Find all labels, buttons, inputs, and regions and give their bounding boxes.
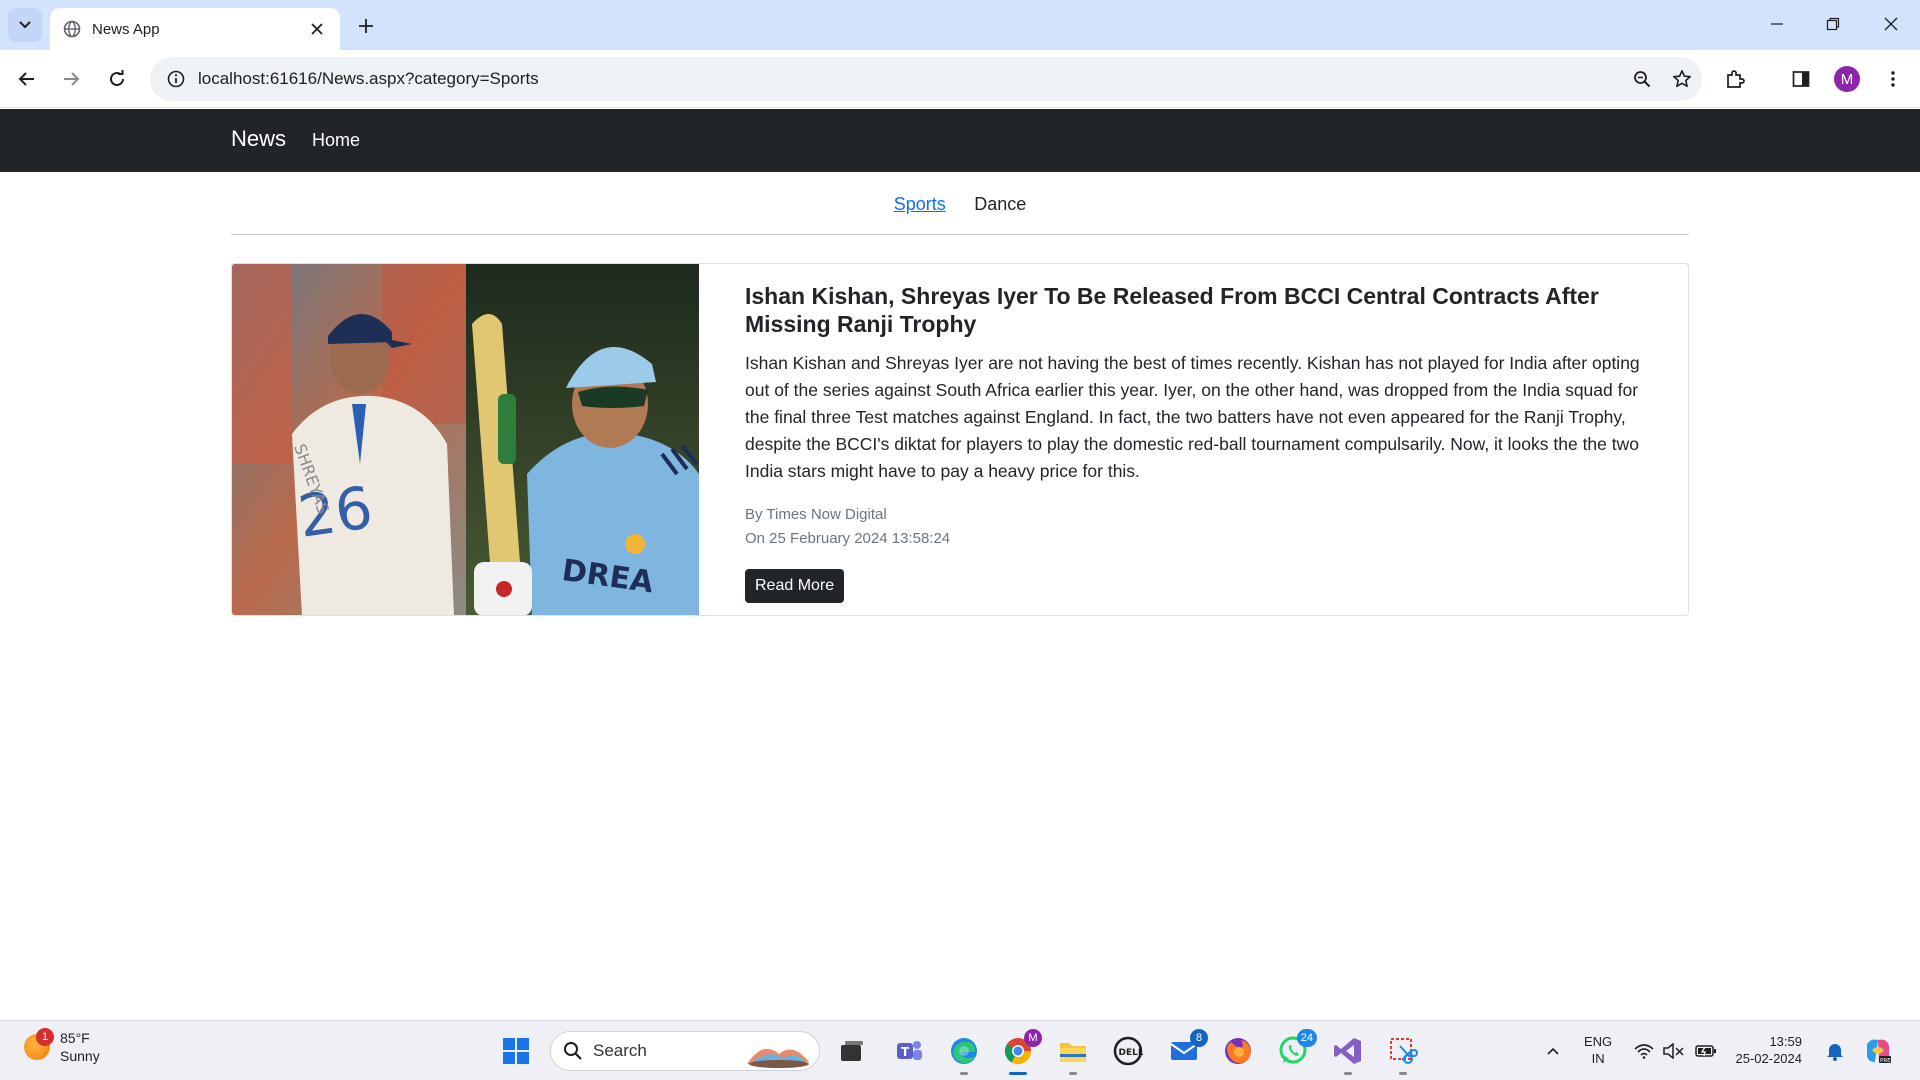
language-code: ENG — [1584, 1034, 1613, 1049]
browser-menu-button[interactable] — [1874, 60, 1912, 98]
windows-logo-icon — [503, 1038, 529, 1064]
news-image: 26 SHREYAS DREA — [232, 264, 699, 615]
search-label: Search — [593, 1041, 647, 1060]
forward-button[interactable] — [52, 60, 90, 98]
new-tab-button[interactable] — [352, 12, 380, 40]
news-author: By Times Now Digital — [745, 506, 887, 523]
dell-icon[interactable]: DELL — [1110, 1033, 1146, 1069]
volume-muted-icon[interactable] — [1660, 1033, 1688, 1069]
reload-button[interactable] — [98, 60, 136, 98]
search-icon — [564, 1042, 582, 1060]
browser-tab[interactable]: News App — [50, 8, 340, 50]
chrome-icon[interactable]: M — [1000, 1029, 1042, 1075]
weather-alert-badge: 1 — [36, 1028, 54, 1046]
running-indicator — [1344, 1072, 1352, 1075]
copilot-icon[interactable]: PRE — [1860, 1033, 1896, 1069]
chevron-down-icon — [19, 21, 31, 29]
weather-widget[interactable]: 1 85°F Sunny — [24, 1028, 100, 1065]
clock-date: 25-02-2024 — [1735, 1051, 1803, 1066]
back-button[interactable] — [8, 60, 46, 98]
file-explorer-icon[interactable] — [1055, 1033, 1091, 1075]
running-indicator — [1069, 1072, 1077, 1075]
restore-button[interactable] — [1810, 6, 1856, 42]
weather-description: Sunny — [60, 1048, 100, 1064]
globe-icon — [62, 19, 82, 39]
restore-icon — [1826, 17, 1840, 31]
weather-temperature: 85°F — [60, 1030, 90, 1046]
sun-icon: 1 — [24, 1028, 54, 1060]
side-panel-icon — [1792, 71, 1810, 87]
running-indicator — [960, 1072, 968, 1075]
whatsapp-unread-badge: 24 — [1296, 1029, 1317, 1047]
category-sports-link[interactable]: Sports — [894, 185, 946, 215]
address-bar[interactable]: localhost:61616/News.aspx?category=Sport… — [150, 57, 1702, 101]
bookmark-star-icon[interactable] — [1662, 59, 1702, 99]
nav-home-link[interactable]: Home — [312, 130, 360, 151]
tab-strip: News App — [0, 0, 1920, 50]
clock-time: 13:59 — [1769, 1034, 1802, 1049]
news-card: 26 SHREYAS DREA Ishan Kishan, Shreyas Iy… — [231, 263, 1689, 616]
taskbar-search[interactable]: Search — [550, 1031, 820, 1071]
minimize-icon — [1771, 23, 1783, 25]
windows-taskbar: 1 85°F Sunny Search T M DELL 8 24 ENG IN… — [0, 1020, 1920, 1080]
site-brand[interactable]: News — [231, 126, 286, 152]
close-window-button[interactable] — [1868, 6, 1914, 42]
mail-icon[interactable]: 8 — [1166, 1029, 1208, 1069]
side-panel-button[interactable] — [1782, 60, 1820, 98]
extensions-button[interactable] — [1716, 60, 1754, 98]
url-text[interactable]: localhost:61616/News.aspx?category=Sport… — [198, 69, 1622, 89]
chrome-profile-badge: M — [1024, 1029, 1042, 1047]
svg-text:PRE: PRE — [1880, 1058, 1891, 1064]
task-view-icon[interactable] — [834, 1033, 870, 1069]
snipping-tool-icon[interactable] — [1385, 1033, 1421, 1075]
news-description: Ishan Kishan and Shreyas Iyer are not ha… — [745, 353, 1640, 481]
search-highlight-icon — [747, 1048, 809, 1068]
arrow-left-icon — [18, 72, 34, 86]
news-card-body: Ishan Kishan, Shreyas Iyer To Be Release… — [745, 282, 1660, 603]
close-tab-icon[interactable] — [306, 18, 328, 40]
chevron-up-icon[interactable] — [1535, 1033, 1571, 1069]
more-vert-icon — [1891, 71, 1895, 87]
minimize-button[interactable] — [1754, 6, 1800, 42]
browser-toolbar: localhost:61616/News.aspx?category=Sport… — [0, 50, 1920, 108]
zoom-icon[interactable] — [1622, 59, 1662, 99]
arrow-right-icon — [64, 72, 80, 86]
running-indicator — [1399, 1072, 1407, 1075]
system-clock[interactable]: 13:59 25-02-2024 — [1732, 1033, 1803, 1067]
region-code: IN — [1591, 1051, 1605, 1066]
news-title[interactable]: Ishan Kishan, Shreyas Iyer To Be Release… — [745, 282, 1660, 338]
reload-icon — [110, 70, 124, 86]
category-menu: Sports Dance — [231, 185, 1689, 235]
start-button[interactable] — [498, 1033, 534, 1069]
category-dance-link[interactable]: Dance — [974, 185, 1026, 215]
news-date: On 25 February 2024 13:58:24 — [745, 530, 951, 547]
visual-studio-icon[interactable] — [1330, 1033, 1366, 1075]
edge-icon[interactable] — [946, 1033, 982, 1075]
plus-icon — [359, 19, 373, 33]
tab-search-button[interactable] — [8, 8, 42, 42]
language-indicator[interactable]: ENG IN — [1584, 1033, 1612, 1067]
site-info-icon[interactable] — [154, 57, 198, 101]
close-icon — [1884, 17, 1898, 31]
wifi-icon[interactable] — [1630, 1033, 1658, 1069]
puzzle-icon — [1727, 70, 1745, 88]
read-more-button[interactable]: Read More — [745, 569, 845, 603]
whatsapp-icon[interactable]: 24 — [1275, 1029, 1317, 1069]
firefox-icon[interactable] — [1220, 1033, 1256, 1069]
battery-icon[interactable] — [1692, 1033, 1720, 1069]
svg-text:DELL: DELL — [1119, 1048, 1144, 1058]
notification-bell-icon[interactable] — [1820, 1033, 1850, 1069]
running-indicator — [1009, 1072, 1027, 1075]
svg-text:T: T — [901, 1045, 910, 1059]
site-navbar: News Home — [0, 109, 1920, 172]
profile-avatar[interactable]: M — [1834, 66, 1860, 92]
teams-icon[interactable]: T — [891, 1033, 927, 1069]
tab-title: News App — [92, 20, 160, 38]
mail-unread-badge: 8 — [1190, 1029, 1208, 1047]
